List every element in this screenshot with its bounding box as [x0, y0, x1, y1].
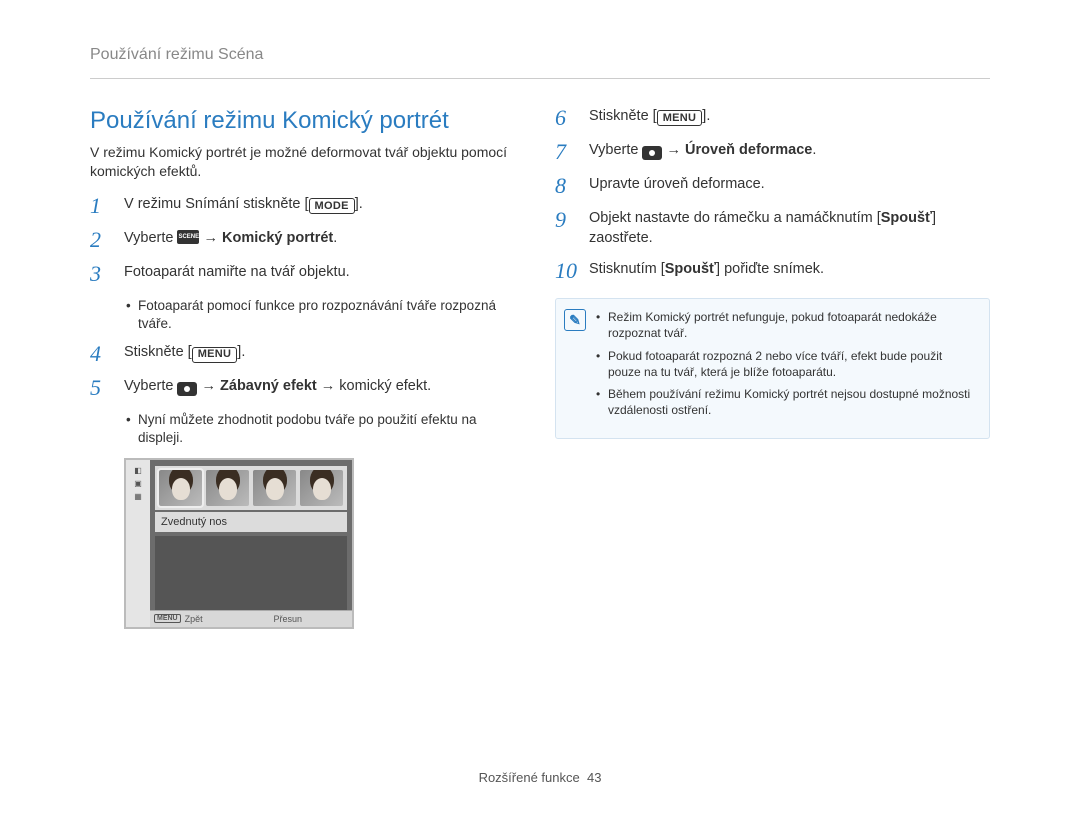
cam-preview-area [155, 536, 347, 610]
cam-footer: MENU Zpět Přesun [150, 610, 352, 627]
step-body: Objekt nastavte do rámečku a namáčknutím… [589, 209, 990, 248]
step-5-sub: Nyní můžete zhodnotit podobu tváře po po… [126, 411, 525, 447]
step-3-sub: Fotoaparát pomocí funkce pro rozpoznáván… [126, 297, 525, 333]
step-body: V režimu Snímání stiskněte [MODE]. [124, 195, 525, 215]
step-7: 7 Vyberte → Úroveň deformace. [555, 141, 990, 163]
note-item: Během používání režimu Komický portrét n… [596, 386, 977, 418]
effect-strip [155, 466, 347, 510]
step-body: Stiskněte [MENU]. [589, 107, 990, 127]
column-left: Používání režimu Komický portrét V režim… [90, 107, 525, 629]
step-number: 2 [90, 229, 112, 251]
step-number: 5 [90, 377, 112, 399]
step-number: 9 [555, 209, 577, 231]
step-body: Fotoaparát namiřte na tvář objektu. [124, 263, 525, 283]
scene-icon [177, 230, 199, 244]
menu-tag: MENU [154, 614, 181, 623]
column-right: 6 Stiskněte [MENU]. 7 Vyberte → Úroveň d… [555, 107, 990, 629]
step-number: 3 [90, 263, 112, 285]
content-columns: Používání režimu Komický portrét V režim… [90, 107, 990, 629]
step-8: 8 Upravte úroveň deformace. [555, 175, 990, 197]
camera-screenshot: ◧▣▦ Zvednutý nos MENU Zpět Přesun [124, 458, 354, 629]
effect-label: Zvednutý nos [155, 512, 347, 532]
face-thumb [159, 470, 202, 506]
note-item: Režim Komický portrét nefunguje, pokud f… [596, 309, 977, 341]
step-6: 6 Stiskněte [MENU]. [555, 107, 990, 129]
step-body: Stiskněte [MENU]. [124, 343, 525, 363]
step-4: 4 Stiskněte [MENU]. [90, 343, 525, 365]
step-9: 9 Objekt nastavte do rámečku a namáčknut… [555, 209, 990, 248]
page-footer: Rozšířené funkce 43 [0, 770, 1080, 785]
header-rule [90, 78, 990, 79]
step-body: Vyberte → Úroveň deformace. [589, 141, 990, 161]
step-number: 1 [90, 195, 112, 217]
note-item: Pokud fotoaparát rozpozná 2 nebo více tv… [596, 348, 977, 380]
step-number: 10 [555, 260, 577, 282]
step-number: 6 [555, 107, 577, 129]
manual-page: Používání režimu Scéna Používání režimu … [0, 0, 1080, 815]
back-label: Zpět [185, 614, 203, 624]
face-thumb [206, 470, 249, 506]
page-header: Používání režimu Scéna [90, 46, 990, 70]
step-number: 4 [90, 343, 112, 365]
menu-token: MENU [657, 110, 703, 126]
step-number: 7 [555, 141, 577, 163]
step-2: 2 Vyberte → Komický portrét. [90, 229, 525, 251]
mode-token: MODE [309, 198, 355, 214]
camera-icon [642, 146, 662, 160]
step-body: Upravte úroveň deformace. [589, 175, 990, 195]
step-3: 3 Fotoaparát namiřte na tvář objektu. [90, 263, 525, 285]
cam-sidebar: ◧▣▦ [126, 460, 150, 627]
face-thumb [253, 470, 296, 506]
note-list: Režim Komický portrét nefunguje, pokud f… [596, 309, 977, 424]
menu-token: MENU [192, 347, 238, 363]
camera-icon [177, 382, 197, 396]
cam-main: Zvednutý nos MENU Zpět Přesun [150, 466, 352, 627]
section-title: Používání režimu Komický portrét [90, 107, 525, 135]
face-thumb [300, 470, 343, 506]
step-body: Stisknutím [Spoušť] pořiďte snímek. [589, 260, 990, 280]
intro-text: V režimu Komický portrét je možné deform… [90, 143, 525, 181]
step-body: Vyberte → Komický portrét. [124, 229, 525, 249]
note-box: ✎ Režim Komický portrét nefunguje, pokud… [555, 298, 990, 439]
step-body: Vyberte → Zábavný efekt → komický efekt. [124, 377, 525, 397]
step-5: 5 Vyberte → Zábavný efekt → komický efek… [90, 377, 525, 399]
note-icon: ✎ [564, 309, 586, 331]
step-10: 10 Stisknutím [Spoušť] pořiďte snímek. [555, 260, 990, 282]
move-label: Přesun [273, 614, 302, 624]
step-number: 8 [555, 175, 577, 197]
step-1: 1 V režimu Snímání stiskněte [MODE]. [90, 195, 525, 217]
